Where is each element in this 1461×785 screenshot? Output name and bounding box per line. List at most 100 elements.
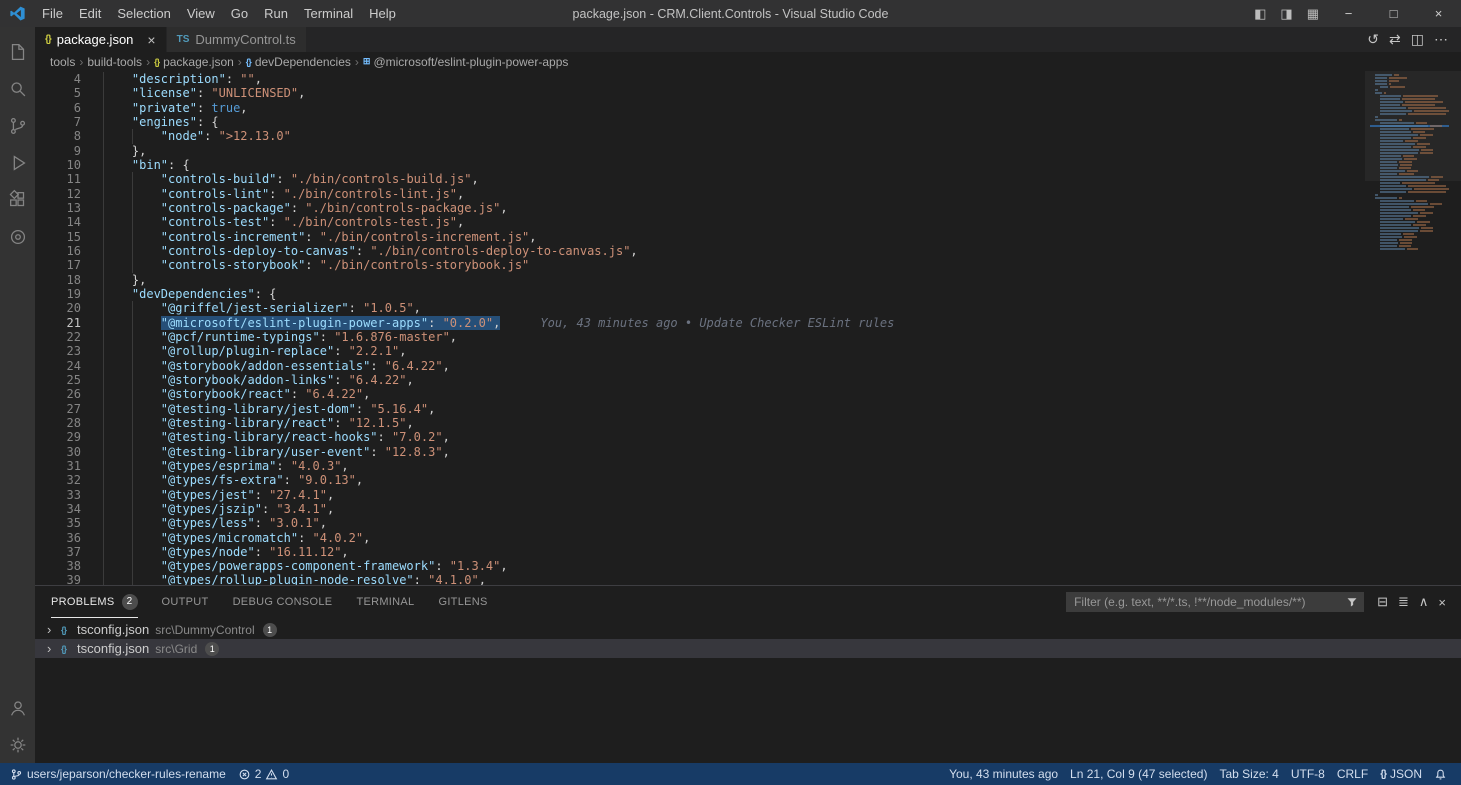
problems-status-item[interactable]: 2 0 <box>232 763 295 785</box>
breadcrumb-build-tools[interactable]: build-tools <box>87 55 142 69</box>
code-line-20[interactable]: 20 "@griffel/jest-serializer": "1.0.5", <box>35 301 1361 315</box>
more-actions-icon[interactable]: ⋯ <box>1429 31 1453 48</box>
code-line-14[interactable]: 14 "controls-test": "./bin/controls-test… <box>35 215 1361 229</box>
line-number[interactable]: 15 <box>35 230 81 244</box>
code-line-39[interactable]: 39 "@types/rollup-plugin-node-resolve": … <box>35 573 1361 585</box>
code-line-8[interactable]: 8 "node": ">12.13.0" <box>35 129 1361 143</box>
code-line-7[interactable]: 7 "engines": { <box>35 115 1361 129</box>
code-line-15[interactable]: 15 "controls-increment": "./bin/controls… <box>35 230 1361 244</box>
close-tab-icon[interactable]: × <box>147 33 155 47</box>
line-number[interactable]: 34 <box>35 502 81 516</box>
close-window-button[interactable]: × <box>1416 0 1461 27</box>
line-number[interactable]: 24 <box>35 359 81 373</box>
line-number[interactable]: 32 <box>35 473 81 487</box>
code-line-36[interactable]: 36 "@types/micromatch": "4.0.2", <box>35 531 1361 545</box>
settings-gear-icon[interactable] <box>0 726 35 763</box>
line-number[interactable]: 26 <box>35 387 81 401</box>
line-number[interactable]: 19 <box>35 287 81 301</box>
line-number[interactable]: 21 <box>35 316 81 330</box>
tab-size-status[interactable]: Tab Size: 4 <box>1213 763 1284 785</box>
line-number[interactable]: 35 <box>35 516 81 530</box>
line-number[interactable]: 13 <box>35 201 81 215</box>
code-line-38[interactable]: 38 "@types/powerapps-component-framework… <box>35 559 1361 573</box>
code-line-18[interactable]: 18 }, <box>35 273 1361 287</box>
panel-tab-debug-console[interactable]: DEBUG CONSOLE <box>233 586 333 618</box>
code-line-17[interactable]: 17 "controls-storybook": "./bin/controls… <box>35 258 1361 272</box>
toggle-sidebar-icon[interactable]: ◧ <box>1247 6 1273 22</box>
code-line-27[interactable]: 27 "@testing-library/jest-dom": "5.16.4"… <box>35 402 1361 416</box>
collapse-all-icon[interactable]: ⊟ <box>1372 594 1393 610</box>
menu-help[interactable]: Help <box>361 6 404 21</box>
close-panel-icon[interactable]: × <box>1433 595 1451 610</box>
chevron-right-icon[interactable]: › <box>47 622 61 637</box>
code-line-24[interactable]: 24 "@storybook/addon-essentials": "6.4.2… <box>35 359 1361 373</box>
breadcrumb-devdependencies[interactable]: {} devDependencies <box>246 55 351 69</box>
split-editor-icon[interactable]: ◫ <box>1406 31 1429 48</box>
breadcrumb-package-json[interactable]: {} package.json <box>154 55 234 69</box>
menu-selection[interactable]: Selection <box>109 6 178 21</box>
code-line-37[interactable]: 37 "@types/node": "16.11.12", <box>35 545 1361 559</box>
panel-tab-problems[interactable]: PROBLEMS 2 <box>51 586 138 618</box>
panel-tab-terminal[interactable]: TERMINAL <box>356 586 414 618</box>
code-line-6[interactable]: 6 "private": true, <box>35 101 1361 115</box>
gitlens-blame-status[interactable]: You, 43 minutes ago <box>943 763 1064 785</box>
line-number[interactable]: 30 <box>35 445 81 459</box>
open-changes-icon[interactable]: ⇄ <box>1384 31 1406 48</box>
code-line-11[interactable]: 11 "controls-build": "./bin/controls-bui… <box>35 172 1361 186</box>
code-line-21[interactable]: 21 "@microsoft/eslint-plugin-power-apps"… <box>35 316 1361 330</box>
account-icon[interactable] <box>0 689 35 726</box>
run-debug-icon[interactable] <box>0 144 35 181</box>
gitlens-icon[interactable] <box>0 218 35 255</box>
breadcrumb-tools[interactable]: tools <box>50 55 75 69</box>
code-line-23[interactable]: 23 "@rollup/plugin-replace": "2.2.1", <box>35 344 1361 358</box>
line-number[interactable]: 6 <box>35 101 81 115</box>
code-line-35[interactable]: 35 "@types/less": "3.0.1", <box>35 516 1361 530</box>
line-number[interactable]: 38 <box>35 559 81 573</box>
line-number[interactable]: 28 <box>35 416 81 430</box>
history-icon[interactable]: ↺ <box>1362 31 1384 48</box>
problem-row-grid[interactable]: › {} tsconfig.json src\Grid 1 <box>35 639 1461 658</box>
line-number[interactable]: 20 <box>35 301 81 315</box>
line-number[interactable]: 23 <box>35 344 81 358</box>
minimize-button[interactable]: − <box>1326 0 1371 27</box>
code-line-28[interactable]: 28 "@testing-library/react": "12.1.5", <box>35 416 1361 430</box>
code-line-30[interactable]: 30 "@testing-library/user-event": "12.8.… <box>35 445 1361 459</box>
line-number[interactable]: 18 <box>35 273 81 287</box>
line-number[interactable]: 16 <box>35 244 81 258</box>
line-number[interactable]: 7 <box>35 115 81 129</box>
eol-status[interactable]: CRLF <box>1331 763 1374 785</box>
toggle-secondary-sidebar-icon[interactable]: ◨ <box>1273 6 1299 22</box>
code-line-13[interactable]: 13 "controls-package": "./bin/controls-p… <box>35 201 1361 215</box>
menu-file[interactable]: File <box>34 6 71 21</box>
line-number[interactable]: 29 <box>35 430 81 444</box>
menu-view[interactable]: View <box>179 6 223 21</box>
line-number[interactable]: 37 <box>35 545 81 559</box>
code-line-16[interactable]: 16 "controls-deploy-to-canvas": "./bin/c… <box>35 244 1361 258</box>
line-number[interactable]: 39 <box>35 573 81 585</box>
code-line-4[interactable]: 4 "description": "", <box>35 72 1361 86</box>
panel-tab-output[interactable]: OUTPUT <box>162 586 209 618</box>
language-mode-status[interactable]: {} JSON <box>1374 763 1428 785</box>
customize-layout-icon[interactable]: ▦ <box>1300 6 1326 22</box>
menu-go[interactable]: Go <box>223 6 256 21</box>
line-number[interactable]: 14 <box>35 215 81 229</box>
code-line-5[interactable]: 5 "license": "UNLICENSED", <box>35 86 1361 100</box>
line-number[interactable]: 36 <box>35 531 81 545</box>
code-line-33[interactable]: 33 "@types/jest": "27.4.1", <box>35 488 1361 502</box>
code-line-25[interactable]: 25 "@storybook/addon-links": "6.4.22", <box>35 373 1361 387</box>
code-line-32[interactable]: 32 "@types/fs-extra": "9.0.13", <box>35 473 1361 487</box>
tab-package-json[interactable]: {} package.json × <box>35 27 167 52</box>
cursor-position-status[interactable]: Ln 21, Col 9 (47 selected) <box>1064 763 1213 785</box>
git-branch-item[interactable]: users/jeparson/checker-rules-rename <box>4 763 232 785</box>
maximize-panel-icon[interactable]: ∧ <box>1414 594 1434 610</box>
code-line-31[interactable]: 31 "@types/esprima": "4.0.3", <box>35 459 1361 473</box>
code-line-12[interactable]: 12 "controls-lint": "./bin/controls-lint… <box>35 187 1361 201</box>
line-number[interactable]: 9 <box>35 144 81 158</box>
chevron-right-icon[interactable]: › <box>47 641 61 656</box>
line-number[interactable]: 11 <box>35 172 81 186</box>
menu-edit[interactable]: Edit <box>71 6 109 21</box>
code-line-19[interactable]: 19 "devDependencies": { <box>35 287 1361 301</box>
line-number[interactable]: 5 <box>35 86 81 100</box>
code-line-29[interactable]: 29 "@testing-library/react-hooks": "7.0.… <box>35 430 1361 444</box>
line-number[interactable]: 12 <box>35 187 81 201</box>
